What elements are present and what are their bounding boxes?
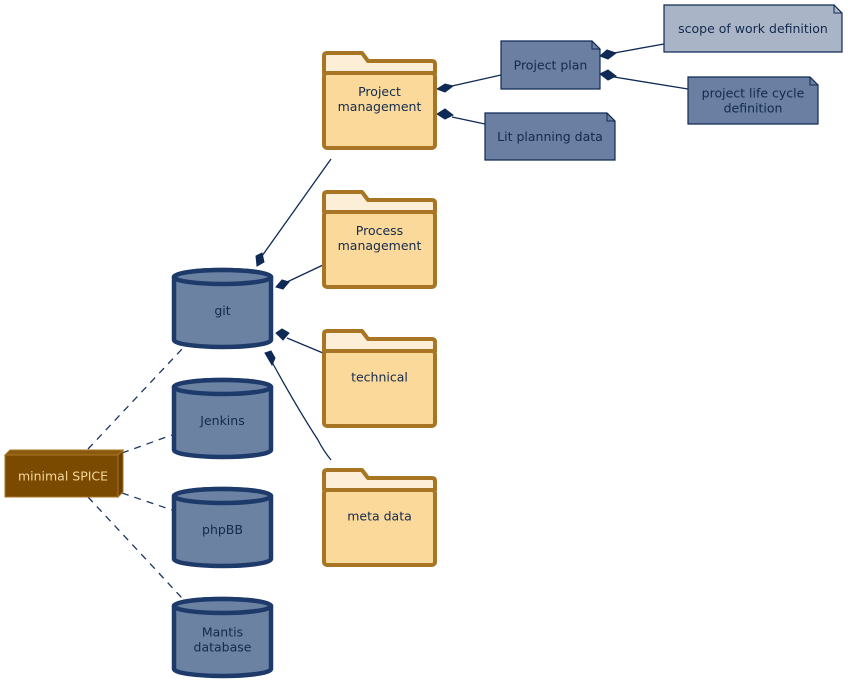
- databases: git Jenkins phpBB Mantisdatabase: [171, 267, 274, 679]
- composition-diamond: [275, 279, 290, 290]
- artifact-label: project life cycle: [702, 86, 805, 101]
- database-top: [171, 596, 274, 616]
- database-top: [171, 267, 274, 287]
- artifacts: Project plan Lit planning data scope of wo…: [484, 4, 843, 161]
- composition-diamond: [255, 252, 265, 267]
- database-top: [171, 486, 274, 506]
- database-git[interactable]: git: [171, 267, 274, 350]
- folder-body: [322, 349, 437, 428]
- composition-diamond: [599, 49, 618, 60]
- composition-diamond: [435, 83, 455, 93]
- folder-label: technical: [351, 370, 408, 385]
- folder-tab-icon: [322, 329, 437, 353]
- folder-tab-icon: [322, 468, 437, 492]
- database-jenkins[interactable]: Jenkins: [171, 377, 274, 460]
- folder-meta-data[interactable]: meta data: [322, 468, 437, 567]
- folder-label: Project: [358, 84, 401, 99]
- node-depth-side: [117, 448, 124, 499]
- edge-plan-lifecycle: [613, 76, 689, 90]
- artifact-label: Project plan: [514, 58, 588, 73]
- edge-plan-scope: [613, 43, 665, 54]
- database-label: git: [214, 303, 230, 318]
- edge-pm-lit-planning: [451, 116, 486, 125]
- folder-tab-icon: [322, 51, 437, 75]
- artifact-project-plan[interactable]: Project plan: [500, 40, 601, 90]
- database-phpbb[interactable]: phpBB: [171, 486, 274, 569]
- folder-label: Process: [356, 223, 403, 238]
- diagram-canvas: minimal SPICE git Jenkins phpBB Mantisdatab…: [3, 4, 843, 679]
- database-mantis[interactable]: Mantisdatabase: [171, 596, 274, 679]
- folder-process-management[interactable]: Processmanagement: [322, 190, 437, 289]
- folder-label: management: [338, 99, 422, 114]
- edge-git-technical: [286, 337, 324, 354]
- folder-body: [322, 488, 437, 567]
- database-label: database: [194, 640, 252, 655]
- edge-spice-git: [87, 348, 183, 450]
- artifact-label: Lit planning data: [497, 129, 603, 144]
- folders: ProjectmanagementProcessmanagementtechni…: [322, 51, 437, 567]
- composition-diamond: [264, 350, 276, 367]
- edge-spice-mantis: [87, 496, 183, 599]
- artifact-project-life-cycle-definition[interactable]: project life cycledefinition: [687, 76, 819, 125]
- edge-spice-jenkins: [121, 434, 173, 454]
- artifact-label: scope of work definition: [678, 21, 828, 36]
- folder-technical[interactable]: technical: [322, 329, 437, 428]
- node-label: minimal SPICE: [18, 469, 108, 484]
- folder-label: management: [338, 238, 422, 253]
- artifact-lit-planning-data[interactable]: Lit planning data: [484, 112, 616, 161]
- artifact-label: definition: [724, 101, 783, 116]
- database-label: phpBB: [202, 522, 243, 537]
- database-label: Mantis: [202, 625, 243, 640]
- edge-pm-project-plan: [451, 74, 502, 87]
- database-label: Jenkins: [199, 413, 244, 428]
- edge-git-process-management: [286, 264, 324, 283]
- artifact-scope-of-work-definition[interactable]: scope of work definition: [663, 4, 843, 53]
- database-top: [171, 377, 274, 397]
- edge-git-project-management: [261, 158, 332, 257]
- edge-spice-phpbb: [121, 492, 173, 511]
- folder-project-management[interactable]: Projectmanagement: [322, 51, 437, 150]
- folder-tab-icon: [322, 190, 437, 214]
- node-minimal-spice[interactable]: minimal SPICE: [3, 448, 125, 499]
- node-depth-top: [3, 449, 125, 456]
- folder-label: meta data: [347, 509, 412, 524]
- composition-diamond: [436, 108, 454, 120]
- composition-diamond: [599, 69, 617, 81]
